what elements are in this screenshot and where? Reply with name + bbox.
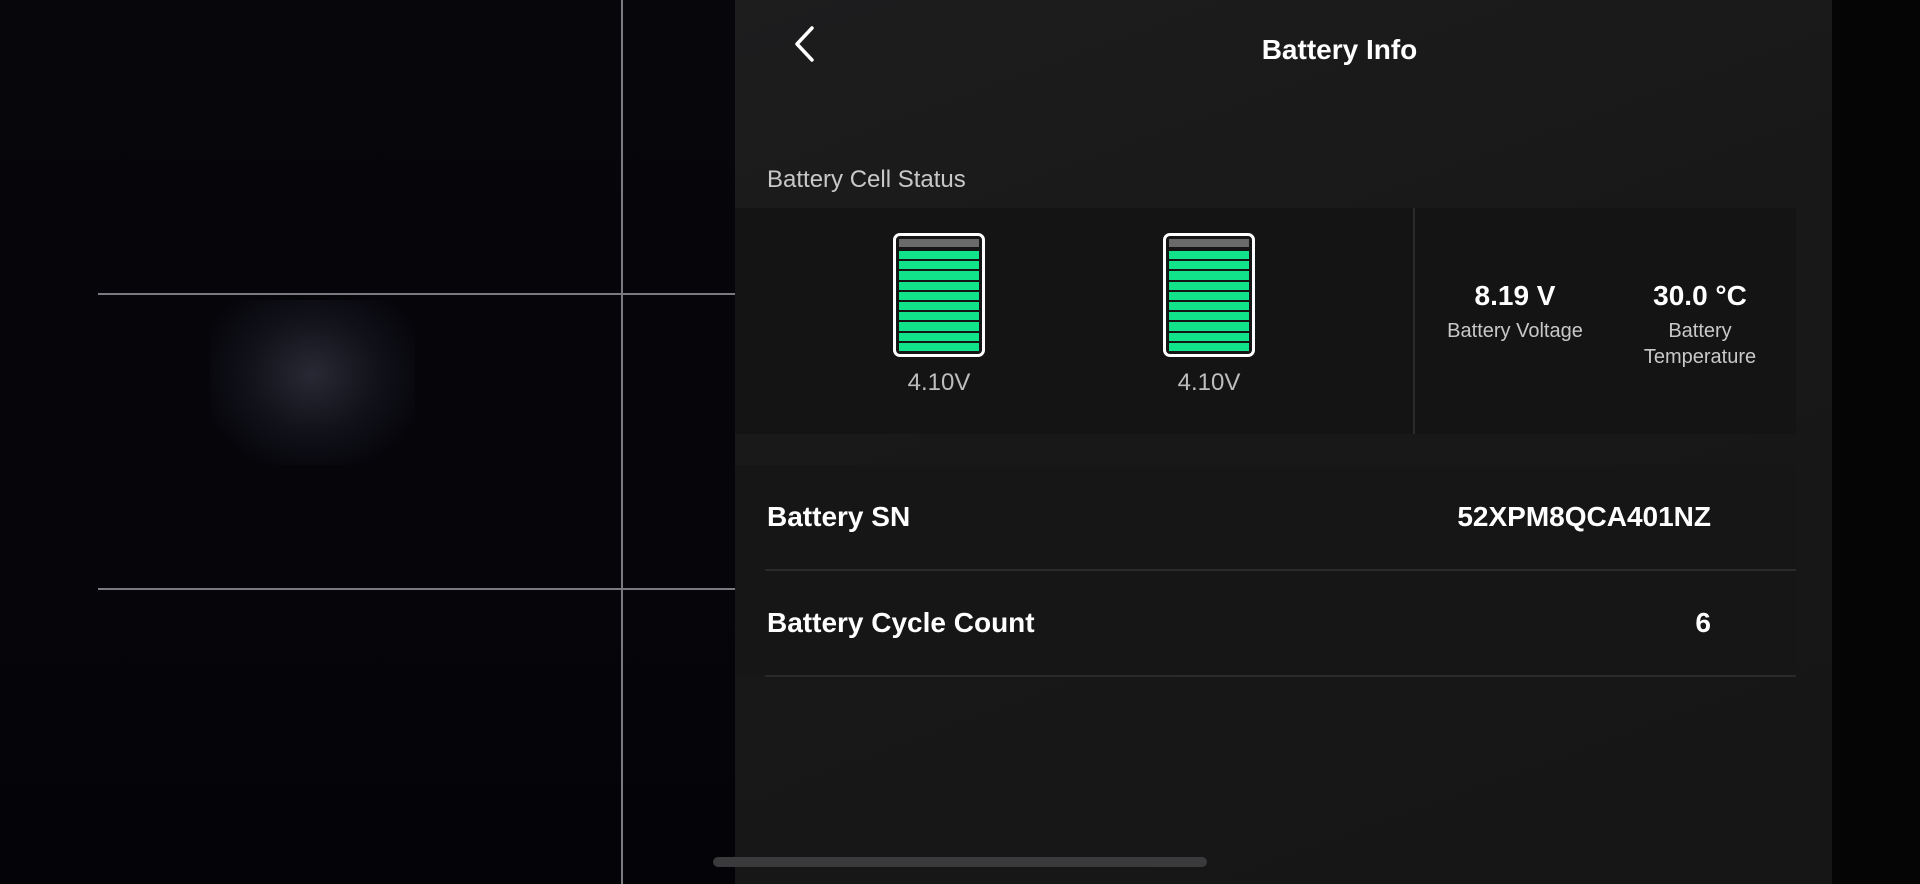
battery-temperature-value: 30.0 °C (1653, 280, 1747, 311)
home-indicator[interactable] (713, 857, 1207, 867)
app-screen: Battery Info Battery Cell Status 4.10V 4… (0, 0, 1920, 884)
camera-feed[interactable] (0, 0, 735, 884)
battery-cell-2: 4.10V (1159, 233, 1259, 397)
cycle-count-value: 6 (1695, 607, 1711, 638)
battery-sn-value: 52XPM8QCA401NZ (1457, 501, 1711, 532)
battery-cell-icon (1163, 233, 1255, 357)
cycle-count-label: Battery Cycle Count (767, 607, 1035, 638)
cell-status-label: Battery Cell Status (767, 166, 966, 193)
battery-cell-1: 4.10V (889, 233, 989, 397)
divider (1413, 208, 1415, 434)
list-item-battery-sn: Battery SN 52XPM8QCA401NZ (765, 465, 1796, 571)
battery-sn-label: Battery SN (767, 501, 911, 532)
list-item-cycle-count: Battery Cycle Count 6 (765, 571, 1796, 677)
grid-line-vertical (621, 0, 623, 884)
battery-temperature-stat: 30.0 °C Battery Temperature (1625, 280, 1775, 370)
right-edge (1832, 0, 1920, 884)
battery-cell-icon (893, 233, 985, 357)
battery-voltage-stat: 8.19 V Battery Voltage (1435, 280, 1595, 344)
battery-details-list: Battery SN 52XPM8QCA401NZ Battery Cycle … (735, 465, 1796, 677)
cell-voltage: 4.10V (1177, 369, 1241, 396)
page-title: Battery Info (1261, 34, 1418, 65)
battery-info-panel: Battery Info Battery Cell Status 4.10V 4… (735, 0, 1832, 884)
battery-temperature-label: Battery Temperature (1643, 320, 1757, 368)
battery-voltage-label: Battery Voltage (1447, 320, 1583, 342)
grid-line-horizontal-bottom (98, 588, 735, 590)
cell-status-card: 4.10V 4.10V 8.19 V Battery Voltage 30.0 … (735, 208, 1796, 434)
grid-line-horizontal-top (98, 293, 735, 295)
cell-voltage: 4.10V (907, 369, 971, 396)
battery-voltage-value: 8.19 V (1474, 280, 1556, 311)
camera-light-spot (210, 300, 415, 465)
